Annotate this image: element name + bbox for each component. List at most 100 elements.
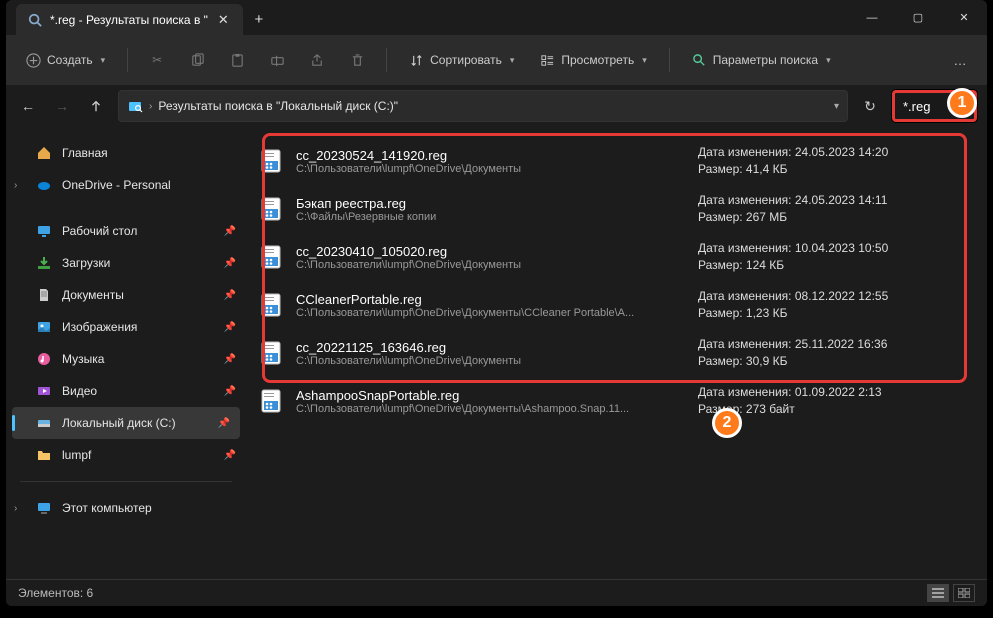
tab-search-results[interactable]: *.reg - Результаты поиска в " ✕ xyxy=(16,4,243,35)
copy-icon xyxy=(190,53,205,68)
rename-icon xyxy=(270,53,285,68)
new-tab-button[interactable]: + xyxy=(243,4,275,35)
view-icon xyxy=(540,53,555,68)
cut-button[interactable]: ✂ xyxy=(140,43,174,77)
address-bar[interactable]: › Результаты поиска в "Локальный диск (C… xyxy=(118,90,848,122)
sidebar-label: Этот компьютер xyxy=(62,501,152,515)
sidebar-label: Главная xyxy=(62,146,108,160)
maximize-button[interactable]: ▢ xyxy=(895,0,941,35)
file-explorer-window: *.reg - Результаты поиска в " ✕ + — ▢ ✕ … xyxy=(6,0,987,606)
copy-button[interactable] xyxy=(180,43,214,77)
sidebar-item-desktop[interactable]: Рабочий стол 📌 xyxy=(6,215,246,247)
sidebar-item-downloads[interactable]: Загрузки 📌 xyxy=(6,247,246,279)
chevron-right-icon[interactable]: › xyxy=(14,503,17,514)
close-window-button[interactable]: ✕ xyxy=(941,0,987,35)
reg-file-icon xyxy=(258,147,286,175)
search-result-row[interactable]: CCleanerPortable.reg C:\Пользователи\lum… xyxy=(246,281,987,329)
onedrive-icon xyxy=(36,177,52,193)
tab-title: *.reg - Результаты поиска в " xyxy=(50,13,208,27)
tiles-view-button[interactable] xyxy=(953,584,975,602)
search-options-icon xyxy=(692,53,707,68)
videos-icon xyxy=(36,383,52,399)
search-result-row[interactable]: cc_20230524_141920.reg C:\Пользователи\l… xyxy=(246,137,987,185)
reg-file-icon xyxy=(258,243,286,271)
trash-icon xyxy=(350,53,365,68)
search-result-row[interactable]: AshampooSnapPortable.reg C:\Пользователи… xyxy=(246,377,987,425)
reg-file-icon xyxy=(258,387,286,415)
file-meta: Дата изменения: 10.04.2023 10:50 Размер:… xyxy=(698,240,888,274)
chevron-down-icon[interactable]: ▾ xyxy=(834,101,839,112)
disk-icon xyxy=(36,415,52,431)
details-view-button[interactable] xyxy=(927,584,949,602)
file-path: C:\Пользователи\lumpf\OneDrive\Документы xyxy=(296,163,688,175)
sidebar-item-lumpf[interactable]: lumpf 📌 xyxy=(6,439,246,471)
file-name: AshampooSnapPortable.reg xyxy=(296,388,688,403)
titlebar: *.reg - Результаты поиска в " ✕ + — ▢ ✕ xyxy=(6,0,987,35)
pin-icon: 📌 xyxy=(218,418,230,429)
sidebar-item-videos[interactable]: Видео 📌 xyxy=(6,375,246,407)
search-icon xyxy=(28,13,42,27)
file-info: AshampooSnapPortable.reg C:\Пользователи… xyxy=(296,388,688,415)
sidebar-item-home[interactable]: Главная xyxy=(6,137,246,169)
search-result-row[interactable]: Бэкап реестра.reg C:\Файлы\Резервные коп… xyxy=(246,185,987,233)
file-path: C:\Пользователи\lumpf\OneDrive\Документы… xyxy=(296,307,688,319)
file-name: Бэкап реестра.reg xyxy=(296,196,688,211)
file-info: Бэкап реестра.reg C:\Файлы\Резервные коп… xyxy=(296,196,688,223)
search-input[interactable] xyxy=(903,99,945,114)
pin-icon: 📌 xyxy=(224,386,236,397)
sort-icon xyxy=(409,53,424,68)
chevron-down-icon: ▾ xyxy=(101,55,106,66)
search-result-row[interactable]: cc_20230410_105020.reg C:\Пользователи\l… xyxy=(246,233,987,281)
sidebar-item-local-disk[interactable]: Локальный диск (C:) 📌 xyxy=(12,407,240,439)
delete-button[interactable] xyxy=(340,43,374,77)
forward-button[interactable]: → xyxy=(50,94,74,118)
minimize-button[interactable]: — xyxy=(849,0,895,35)
this-pc-icon xyxy=(36,500,52,516)
sidebar-label: Видео xyxy=(62,384,97,398)
pin-icon: 📌 xyxy=(224,258,236,269)
sidebar-label: Загрузки xyxy=(62,256,110,270)
sidebar-label: Рабочий стол xyxy=(62,224,137,238)
chevron-right-icon[interactable]: › xyxy=(14,180,17,191)
sidebar-item-music[interactable]: Музыка 📌 xyxy=(6,343,246,375)
chevron-down-icon: ▾ xyxy=(826,55,831,66)
body: Главная › OneDrive - Personal Рабочий ст… xyxy=(6,127,987,573)
view-button[interactable]: Просмотреть ▾ xyxy=(530,43,656,77)
chevron-down-icon: ▾ xyxy=(510,55,515,66)
sidebar-label: OneDrive - Personal xyxy=(62,178,171,192)
up-button[interactable] xyxy=(84,94,108,118)
sidebar-item-pictures[interactable]: Изображения 📌 xyxy=(6,311,246,343)
plus-circle-icon xyxy=(26,53,41,68)
back-button[interactable]: ← xyxy=(16,94,40,118)
annotation-badge-2: 2 xyxy=(712,408,742,438)
separator xyxy=(20,481,232,482)
file-path: C:\Файлы\Резервные копии xyxy=(296,211,688,223)
view-label: Просмотреть xyxy=(561,53,634,67)
item-count: Элементов: 6 xyxy=(18,586,93,600)
file-meta: Дата изменения: 24.05.2023 14:11 Размер:… xyxy=(698,192,887,226)
file-path: C:\Пользователи\lumpf\OneDrive\Документы… xyxy=(296,403,688,415)
search-options-button[interactable]: Параметры поиска ▾ xyxy=(682,43,841,77)
music-icon xyxy=(36,351,52,367)
sort-button[interactable]: Сортировать ▾ xyxy=(399,43,524,77)
sidebar-item-onedrive[interactable]: › OneDrive - Personal xyxy=(6,169,246,201)
sidebar-item-this-pc[interactable]: › Этот компьютер xyxy=(6,492,246,524)
sidebar-item-documents[interactable]: Документы 📌 xyxy=(6,279,246,311)
refresh-button[interactable]: ↻ xyxy=(858,94,882,118)
close-tab-icon[interactable]: ✕ xyxy=(216,12,231,28)
pin-icon: 📌 xyxy=(224,226,236,237)
sidebar: Главная › OneDrive - Personal Рабочий ст… xyxy=(6,127,246,573)
share-button[interactable] xyxy=(300,43,334,77)
rename-button[interactable] xyxy=(260,43,294,77)
chevron-down-icon: ▾ xyxy=(642,55,647,66)
paste-button[interactable] xyxy=(220,43,254,77)
file-meta: Дата изменения: 25.11.2022 16:36 Размер:… xyxy=(698,336,887,370)
file-meta: Дата изменения: 24.05.2023 14:20 Размер:… xyxy=(698,144,888,178)
create-new-button[interactable]: Создать ▾ xyxy=(16,43,115,77)
file-meta: Дата изменения: 08.12.2022 12:55 Размер:… xyxy=(698,288,888,322)
desktop-icon xyxy=(36,223,52,239)
search-result-row[interactable]: cc_20221125_163646.reg C:\Пользователи\l… xyxy=(246,329,987,377)
more-button[interactable]: … xyxy=(943,43,977,77)
pin-icon: 📌 xyxy=(224,354,236,365)
sidebar-label: Музыка xyxy=(62,352,104,366)
